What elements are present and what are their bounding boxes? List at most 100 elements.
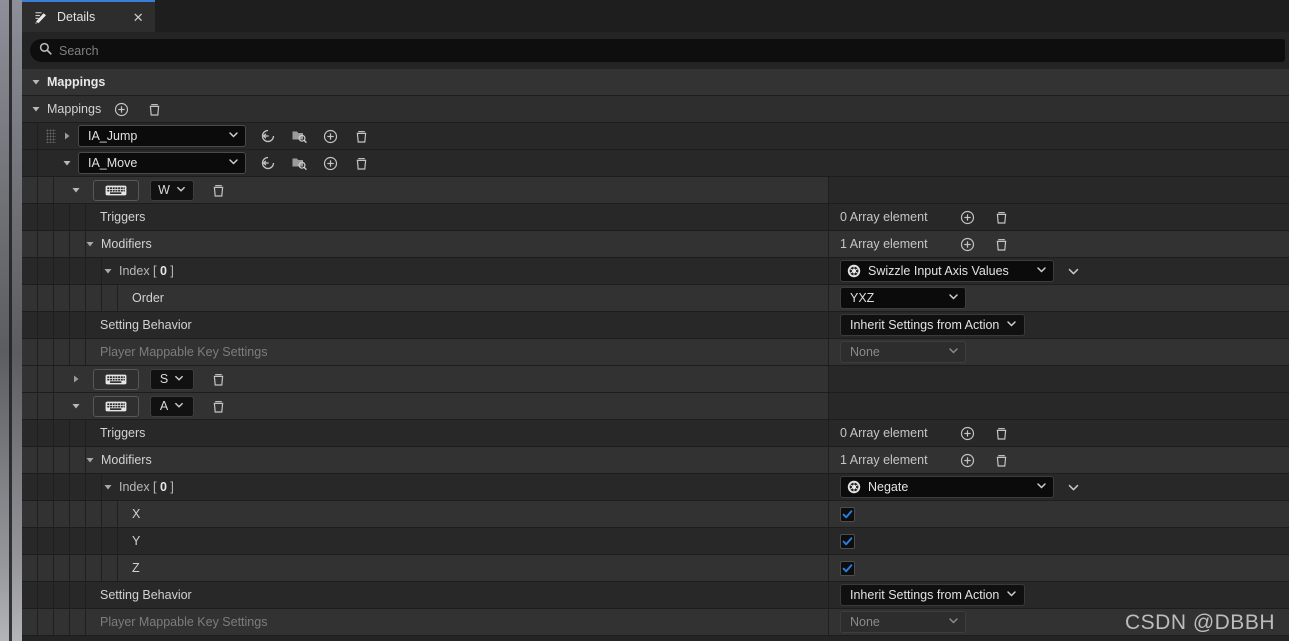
key-combo-w[interactable]: W <box>150 179 194 201</box>
add-element-icon[interactable] <box>958 424 976 442</box>
delete-element-icon[interactable] <box>992 451 1010 469</box>
chevron-down-icon <box>948 345 959 359</box>
array-count-label: 0 Array element <box>840 426 928 440</box>
triangle-right-icon[interactable] <box>70 373 82 385</box>
delete-element-icon[interactable] <box>352 127 370 145</box>
reset-to-default-icon[interactable] <box>259 127 277 145</box>
key-value: W <box>158 183 170 197</box>
tab-details[interactable]: Details ✕ <box>22 0 156 32</box>
delete-element-icon[interactable] <box>992 424 1010 442</box>
behavior-value-cell: Inherit Settings from Action <box>832 312 1289 338</box>
triggers-value-cell: 0 Array element <box>832 204 1289 230</box>
details-panel: Details ✕ Search Mappings Mappings IA_Ju… <box>0 0 1289 641</box>
property-label: Triggers <box>100 426 146 440</box>
action-combo-move[interactable]: IA_Move <box>78 152 246 174</box>
array-count-label: 1 Array element <box>840 237 928 251</box>
chevron-down-icon[interactable] <box>1064 262 1082 280</box>
key-combo-a[interactable]: A <box>150 395 194 417</box>
category-label: Mappings <box>47 75 106 89</box>
add-element-icon[interactable] <box>958 235 976 253</box>
chevron-down-icon <box>1036 480 1047 494</box>
triangle-down-icon[interactable] <box>70 184 82 196</box>
delete-element-icon[interactable] <box>209 181 227 199</box>
setting-behavior-combo[interactable]: Inherit Settings from Action <box>840 314 1026 336</box>
close-icon[interactable]: ✕ <box>131 10 145 24</box>
property-row-z: Z <box>22 555 1289 582</box>
array-label: Mappings <box>47 102 102 116</box>
chevron-down-icon <box>174 399 184 413</box>
chevron-down-icon <box>176 183 186 197</box>
search-input[interactable]: Search <box>30 39 1285 62</box>
key-value: A <box>159 399 169 413</box>
browse-asset-icon[interactable] <box>290 127 308 145</box>
chevron-down-icon <box>948 291 959 305</box>
property-row-setting-behavior: Setting Behavior Inherit Settings from A… <box>22 582 1289 609</box>
delete-element-icon[interactable] <box>209 397 227 415</box>
triangle-down-icon[interactable] <box>102 265 114 277</box>
checkbox-y[interactable] <box>840 533 855 549</box>
search-bar: Search <box>22 32 1289 69</box>
z-value-cell <box>832 555 1289 581</box>
property-row-triggers: Triggers 0 Array element <box>22 420 1289 447</box>
array-mappings: Mappings <box>22 96 1289 123</box>
delete-element-icon[interactable] <box>145 100 163 118</box>
keyboard-key-icon[interactable] <box>93 179 139 201</box>
property-row-player-mappable: Player Mappable Key Settings None <box>22 609 1289 636</box>
chevron-down-icon <box>1036 264 1047 278</box>
delete-element-icon[interactable] <box>992 235 1010 253</box>
array-count-label: 0 Array element <box>840 210 928 224</box>
y-value-cell <box>832 528 1289 554</box>
property-rows: Mappings Mappings IA_Jump IA_Move W Trig… <box>22 69 1289 641</box>
delete-element-icon[interactable] <box>992 208 1010 226</box>
order-combo[interactable]: YXZ <box>840 287 966 309</box>
player-mappable-combo: None <box>840 341 966 363</box>
keyboard-key-icon[interactable] <box>93 395 139 417</box>
triangle-down-icon[interactable] <box>84 238 96 250</box>
action-combo-jump[interactable]: IA_Jump <box>78 125 246 147</box>
setting-behavior-combo[interactable]: Inherit Settings from Action <box>840 584 1026 606</box>
reset-to-default-icon[interactable] <box>259 154 277 172</box>
triangle-down-icon[interactable] <box>102 481 114 493</box>
details-edit-icon <box>34 10 49 25</box>
property-label: X <box>132 507 141 521</box>
modifier-class-combo-swizzle[interactable]: Swizzle Input Axis Values <box>840 260 1054 282</box>
modifier-class-combo-negate[interactable]: Negate <box>840 476 1054 498</box>
triangle-right-icon[interactable] <box>61 130 73 142</box>
property-row-order: Order YXZ <box>22 285 1289 312</box>
add-element-icon[interactable] <box>321 154 339 172</box>
add-element-icon[interactable] <box>958 208 976 226</box>
class-sphere-icon <box>847 480 861 494</box>
keyboard-key-icon[interactable] <box>93 368 139 390</box>
triangle-down-icon[interactable] <box>30 76 42 88</box>
none-value: None <box>850 345 880 359</box>
add-element-icon[interactable] <box>321 127 339 145</box>
browse-asset-icon[interactable] <box>290 154 308 172</box>
modifiers-value-cell: 1 Array element <box>832 447 1289 473</box>
add-element-icon[interactable] <box>112 100 130 118</box>
action-value: IA_Jump <box>88 129 138 143</box>
drag-handle-icon[interactable] <box>46 129 56 143</box>
property-label: Triggers <box>100 210 146 224</box>
checkbox-x[interactable] <box>840 506 855 522</box>
delete-element-icon[interactable] <box>352 154 370 172</box>
chevron-down-icon <box>1006 588 1017 602</box>
triangle-down-icon[interactable] <box>70 400 82 412</box>
property-label: Player Mappable Key Settings <box>100 615 268 629</box>
property-row-modifiers: Modifiers 1 Array element <box>22 231 1289 258</box>
triangle-down-icon[interactable] <box>84 454 96 466</box>
array-count-label: 1 Array element <box>840 453 928 467</box>
modifier-class-cell: Swizzle Input Axis Values <box>832 258 1289 284</box>
triggers-value-cell: 0 Array element <box>832 420 1289 446</box>
add-element-icon[interactable] <box>958 451 976 469</box>
chevron-down-icon[interactable] <box>1064 478 1082 496</box>
property-row-setting-behavior: Setting Behavior Inherit Settings from A… <box>22 312 1289 339</box>
key-combo-s[interactable]: S <box>150 368 194 390</box>
category-mappings[interactable]: Mappings <box>22 69 1289 96</box>
modifier-class-value: Swizzle Input Axis Values <box>868 264 1009 278</box>
checkbox-z[interactable] <box>840 560 855 576</box>
none-value: None <box>850 615 880 629</box>
key-value: S <box>159 372 169 386</box>
delete-element-icon[interactable] <box>209 370 227 388</box>
triangle-down-icon[interactable] <box>30 103 42 115</box>
triangle-down-icon[interactable] <box>61 157 73 169</box>
